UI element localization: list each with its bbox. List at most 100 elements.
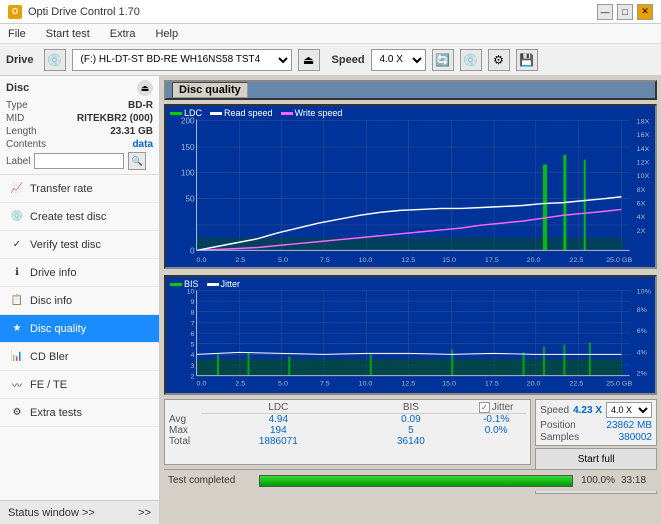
svg-text:4X: 4X [637, 214, 646, 221]
nav-create-test-disc[interactable]: 💿 Create test disc [0, 203, 159, 231]
bis-legend-label: BIS [184, 279, 199, 289]
samples-value: 380002 [619, 432, 652, 443]
top-chart-svg: 200 150 100 50 0 0.0 2.5 5.0 7.5 10.0 12… [166, 106, 655, 267]
stats-max-row: Max 194 5 0.0% [169, 425, 526, 436]
bis-legend-color [170, 283, 182, 286]
svg-text:18X: 18X [637, 119, 650, 126]
stats-table-panel: LDC BIS ✓ Jitter Avg [164, 399, 531, 465]
fe-te-icon: 〰 [10, 378, 24, 392]
start-full-button[interactable]: Start full [535, 448, 657, 470]
ldc-legend: LDC [170, 108, 202, 118]
disc-mid-label: MID [6, 113, 24, 124]
svg-text:7: 7 [191, 320, 195, 327]
status-window-label: Status window >> [8, 507, 95, 519]
bis-chart-legend: BIS Jitter [170, 279, 240, 289]
max-ldc: 194 [201, 425, 356, 436]
ldc-legend-label: LDC [184, 108, 202, 118]
drive-icon-button[interactable]: 💿 [44, 49, 66, 71]
svg-text:17.5: 17.5 [485, 380, 499, 387]
svg-text:8X: 8X [637, 187, 646, 194]
svg-text:10: 10 [187, 289, 195, 296]
svg-text:6X: 6X [637, 201, 646, 208]
nav-drive-info-label: Drive info [30, 267, 76, 279]
disc-eject-icon[interactable]: ⏏ [137, 80, 153, 96]
app-title: Opti Drive Control 1.70 [28, 6, 140, 18]
ldc-legend-color [170, 112, 182, 115]
minimize-button[interactable]: — [597, 4, 613, 20]
svg-text:2: 2 [191, 374, 195, 381]
svg-text:100: 100 [181, 168, 195, 177]
nav-disc-quality-label: Disc quality [30, 323, 86, 335]
drive-select[interactable]: (F:) HL-DT-ST BD-RE WH16NS58 TST4 [72, 49, 292, 71]
svg-text:2.5: 2.5 [235, 380, 245, 387]
disc-label-input[interactable] [34, 153, 124, 169]
menu-help[interactable]: Help [151, 27, 182, 41]
nav-extra-tests[interactable]: ⚙ Extra tests [0, 399, 159, 427]
nav-disc-info[interactable]: 📋 Disc info [0, 287, 159, 315]
disc-info-icon: 📋 [10, 294, 24, 308]
status-window-button[interactable]: Status window >> >> [0, 500, 159, 524]
svg-text:2.5: 2.5 [235, 257, 245, 264]
disc-length-value: 23.31 GB [110, 126, 153, 137]
progress-percent: 100.0% [579, 475, 615, 486]
svg-text:20.0: 20.0 [527, 257, 541, 264]
svg-text:10.0: 10.0 [359, 380, 373, 387]
window-controls[interactable]: — □ ✕ [597, 4, 653, 20]
progress-bar-fill [260, 476, 572, 486]
nav-extra-tests-label: Extra tests [30, 407, 82, 419]
write-speed-legend: Write speed [281, 108, 343, 118]
cd-bler-icon: 📊 [10, 350, 24, 364]
svg-text:6%: 6% [637, 328, 647, 335]
svg-text:16X: 16X [637, 132, 650, 139]
bis-col-header: BIS [356, 402, 466, 414]
speed-stat-select[interactable]: 4.0 X [606, 402, 652, 418]
svg-text:15.0: 15.0 [442, 380, 456, 387]
top-chart: LDC Read speed Write speed [164, 104, 657, 269]
menu-starttest[interactable]: Start test [42, 27, 94, 41]
disc-panel: Disc ⏏ Type BD-R MID RITEKBR2 (000) Leng… [0, 76, 159, 175]
avg-ldc: 4.94 [201, 414, 356, 426]
drive-info-icon: ℹ [10, 266, 24, 280]
menu-extra[interactable]: Extra [106, 27, 140, 41]
settings-button[interactable]: ⚙ [488, 49, 510, 71]
svg-text:22.5: 22.5 [569, 380, 583, 387]
close-button[interactable]: ✕ [637, 4, 653, 20]
svg-text:20.0: 20.0 [527, 380, 541, 387]
max-jitter: 0.0% [466, 425, 526, 436]
samples-label: Samples [540, 432, 579, 443]
jitter-checkbox[interactable]: ✓ [479, 402, 490, 413]
disc-label-btn[interactable]: 🔍 [128, 152, 146, 170]
progress-time: 33:18 [621, 475, 653, 486]
svg-text:4: 4 [191, 352, 195, 359]
disc-header: Disc ⏏ [6, 80, 153, 96]
jitter-legend: Jitter [207, 279, 241, 289]
disc-type-value: BD-R [128, 100, 153, 111]
eject-button[interactable]: ⏏ [298, 49, 320, 71]
svg-text:8%: 8% [637, 307, 647, 314]
content-area: Disc quality LDC Read speed Write speed [160, 76, 661, 524]
nav-transfer-rate[interactable]: 📈 Transfer rate [0, 175, 159, 203]
maximize-button[interactable]: □ [617, 4, 633, 20]
disc-button[interactable]: 💿 [460, 49, 482, 71]
nav-fe-te[interactable]: 〰 FE / TE [0, 371, 159, 399]
svg-text:5.0: 5.0 [278, 257, 288, 264]
avg-jitter: -0.1% [466, 414, 526, 426]
menu-file[interactable]: File [4, 27, 30, 41]
nav-verify-test-disc[interactable]: ✓ Verify test disc [0, 231, 159, 259]
refresh-button[interactable]: 🔄 [432, 49, 454, 71]
toolbar: Drive 💿 (F:) HL-DT-ST BD-RE WH16NS58 TST… [0, 44, 661, 76]
save-button[interactable]: 💾 [516, 49, 538, 71]
nav-cd-bler[interactable]: 📊 CD Bler [0, 343, 159, 371]
speed-select[interactable]: 4.0 X [371, 49, 426, 71]
jitter-col-header: ✓ Jitter [466, 402, 526, 414]
read-legend-color [210, 112, 222, 115]
disc-mid-row: MID RITEKBR2 (000) [6, 113, 153, 124]
position-row: Position 23862 MB [540, 420, 652, 431]
nav-drive-info[interactable]: ℹ Drive info [0, 259, 159, 287]
main-layout: Disc ⏏ Type BD-R MID RITEKBR2 (000) Leng… [0, 76, 661, 524]
disc-type-row: Type BD-R [6, 100, 153, 111]
titlebar: O Opti Drive Control 1.70 — □ ✕ [0, 0, 661, 24]
bottom-chart: BIS Jitter [164, 275, 657, 395]
nav-disc-quality[interactable]: ★ Disc quality [0, 315, 159, 343]
read-legend-label: Read speed [224, 108, 273, 118]
